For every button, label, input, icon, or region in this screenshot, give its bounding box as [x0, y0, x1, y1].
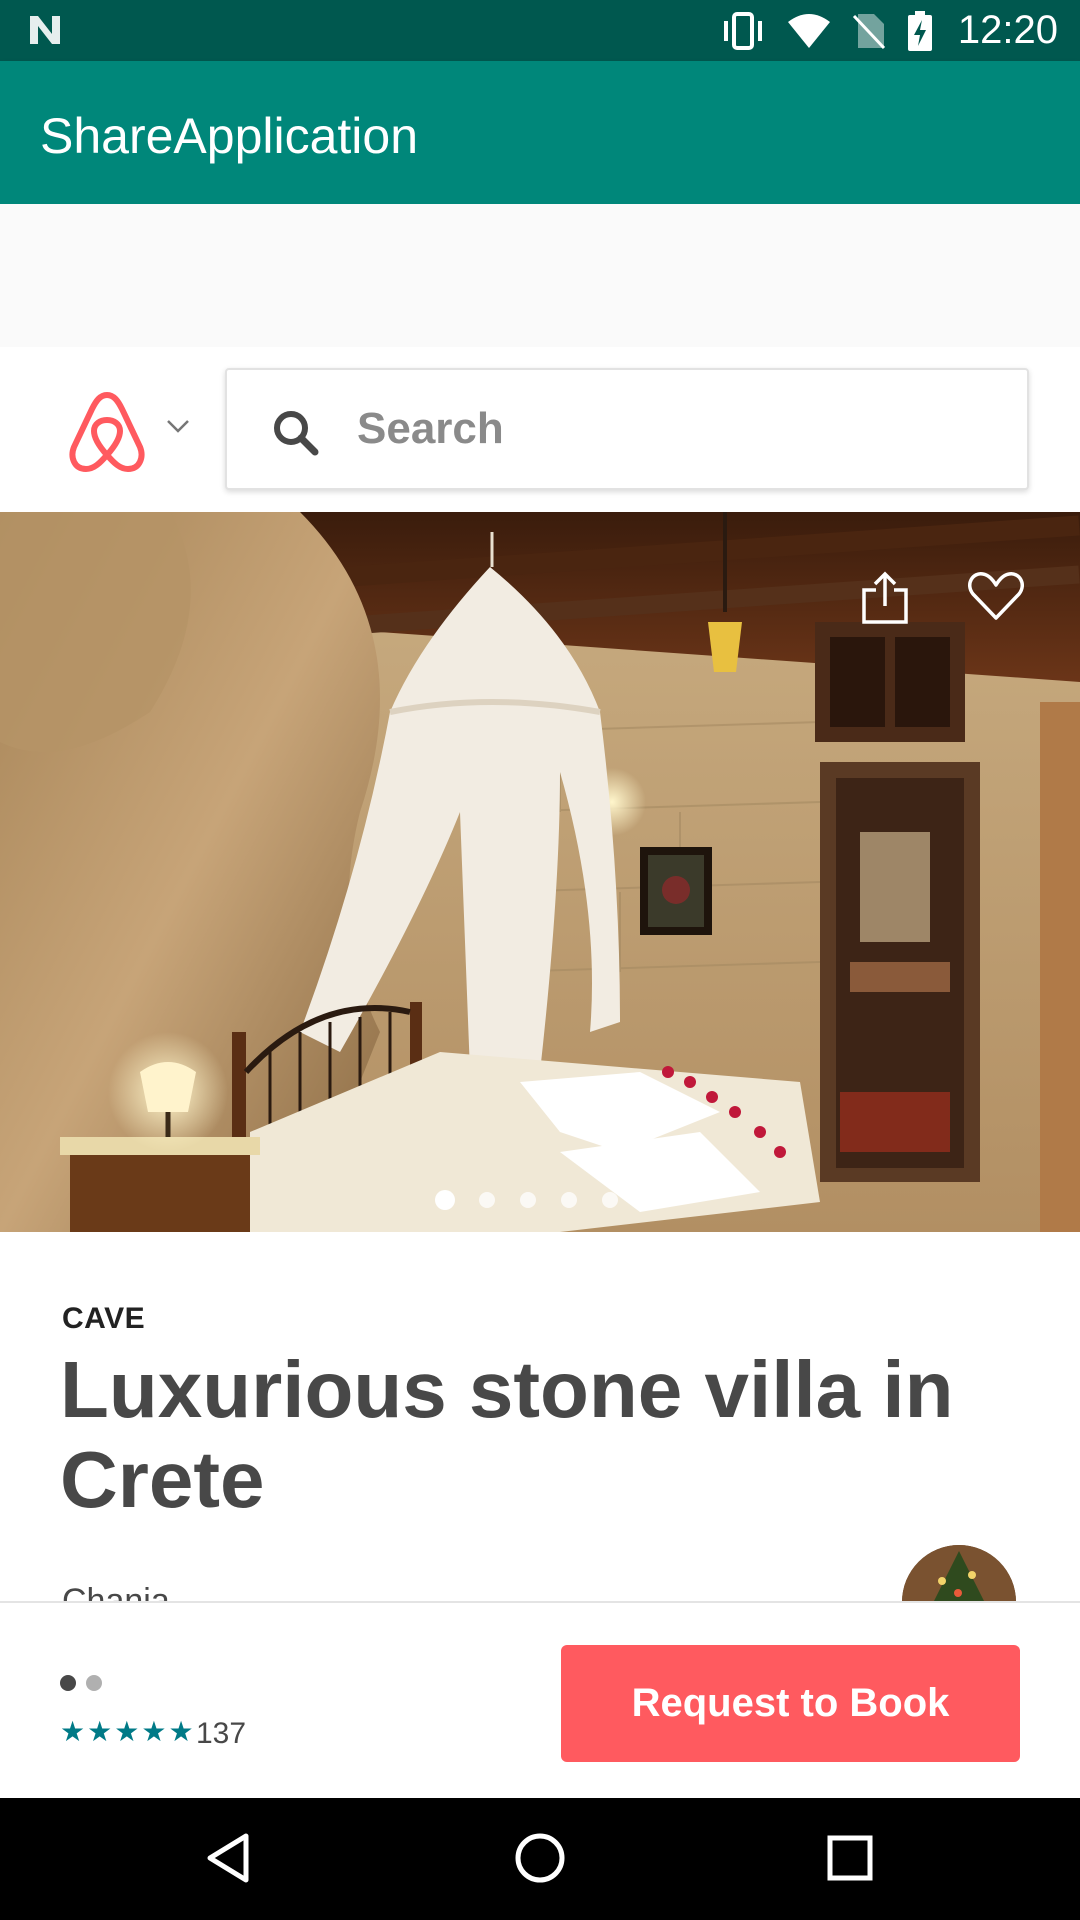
star-icon: ★	[168, 1715, 194, 1748]
recents-icon[interactable]	[820, 1828, 880, 1888]
search-icon	[274, 411, 319, 456]
wifi-icon	[787, 13, 830, 48]
status-clock: 12:20	[957, 8, 1058, 52]
home-icon[interactable]	[510, 1828, 570, 1888]
empty-banner-area	[0, 204, 1080, 347]
vibrate-icon	[723, 11, 762, 50]
battery-charging-icon	[907, 10, 932, 51]
booking-bar: ★ ★ ★ ★ ★ 137 Request to Book	[0, 1601, 1080, 1800]
carousel-dot[interactable]	[435, 1190, 455, 1210]
review-count: 137	[196, 1717, 247, 1750]
search-input[interactable]: Search	[225, 368, 1029, 490]
back-icon[interactable]	[200, 1828, 260, 1888]
star-icon: ★	[141, 1715, 167, 1748]
listing-photo-carousel[interactable]	[0, 512, 1080, 1232]
request-to-book-button[interactable]: Request to Book	[561, 1645, 1020, 1762]
no-sim-icon	[852, 13, 885, 49]
heart-icon[interactable]	[967, 570, 1025, 622]
star-icon: ★	[60, 1715, 86, 1748]
search-placeholder: Search	[357, 404, 504, 453]
carousel-dot[interactable]	[479, 1192, 495, 1208]
listing-category: CAVE	[62, 1302, 146, 1335]
carousel-page-indicator	[0, 1190, 1080, 1212]
carousel-dot[interactable]	[520, 1192, 536, 1208]
pager-dot	[60, 1675, 76, 1691]
listing-photo	[0, 512, 1080, 1232]
status-bar: 12:20	[0, 0, 1080, 61]
app-title: ShareApplication	[40, 108, 419, 164]
chevron-down-icon[interactable]	[166, 417, 190, 435]
system-nav-bar	[0, 1798, 1080, 1920]
app-bar: ShareApplication	[0, 61, 1080, 204]
airbnb-logo-icon[interactable]	[62, 387, 152, 477]
rating-stars: ★ ★ ★ ★ ★	[60, 1716, 194, 1748]
carousel-dot[interactable]	[602, 1192, 618, 1208]
pager-dot	[86, 1675, 102, 1691]
star-icon: ★	[87, 1715, 113, 1748]
carousel-dot[interactable]	[641, 1195, 651, 1205]
carousel-dot[interactable]	[561, 1192, 577, 1208]
star-icon: ★	[114, 1715, 140, 1748]
share-icon[interactable]	[858, 570, 912, 626]
search-header: Search	[0, 347, 1080, 514]
notification-n-icon	[30, 16, 60, 44]
listing-title: Luxurious stone villa in Crete	[60, 1345, 954, 1524]
